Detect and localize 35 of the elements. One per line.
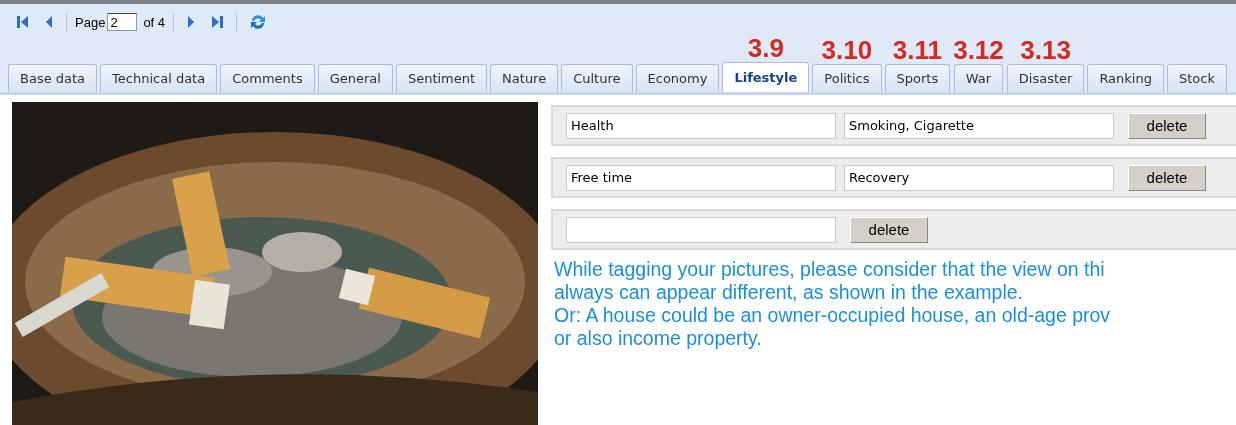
tab[interactable]: Disaster — [1006, 64, 1085, 92]
tags-field[interactable]: Recovery — [844, 164, 1114, 191]
category-field[interactable] — [566, 216, 836, 243]
category-field[interactable]: Health — [566, 112, 836, 139]
section-number: 3.10 — [821, 36, 873, 64]
section-number: 3.9 — [747, 34, 784, 62]
hint-text-line: While tagging your pictures, please consider that the view on thi — [554, 258, 1106, 281]
section-number: 3.13 — [1020, 36, 1071, 64]
category-field[interactable]: Free time — [566, 164, 836, 191]
hint-text-line: or also income property. — [554, 327, 763, 350]
section-number: 3.11 — [892, 36, 942, 64]
tab[interactable]: Culture — [561, 64, 633, 92]
tab[interactable]: Nature — [490, 64, 559, 92]
tab[interactable]: Technical data — [100, 64, 218, 92]
page-number-field[interactable]: 2 — [107, 13, 138, 31]
tab[interactable]: Lifestyle — [722, 62, 810, 92]
tab[interactable]: Comments — [220, 64, 315, 92]
page-label: Page — [75, 14, 106, 30]
hint-text-line: always can appear different, as shown in the example. — [554, 281, 1024, 304]
tab[interactable]: Politics — [812, 64, 882, 92]
tab[interactable]: Stock — [1166, 64, 1227, 92]
hint-text-line: Or: A house could be an owner-occupied house, an old-age prov — [554, 304, 1112, 327]
delete-button[interactable]: delete — [1128, 112, 1206, 139]
tab[interactable]: Ranking — [1087, 64, 1164, 92]
page-count-label: of 4 — [143, 14, 166, 30]
delete-button[interactable]: delete — [1128, 164, 1206, 191]
tab[interactable]: Sentiment — [395, 64, 488, 92]
tab[interactable]: Base data — [8, 64, 98, 92]
tags-field[interactable]: Smoking, Cigarette — [844, 112, 1114, 139]
tab[interactable]: Sports — [884, 64, 951, 92]
tab[interactable]: Economy — [635, 64, 720, 92]
tab[interactable]: General — [317, 64, 393, 92]
section-number: 3.12 — [953, 36, 1004, 64]
delete-button[interactable]: delete — [850, 216, 928, 243]
tab[interactable]: War — [953, 64, 1004, 92]
